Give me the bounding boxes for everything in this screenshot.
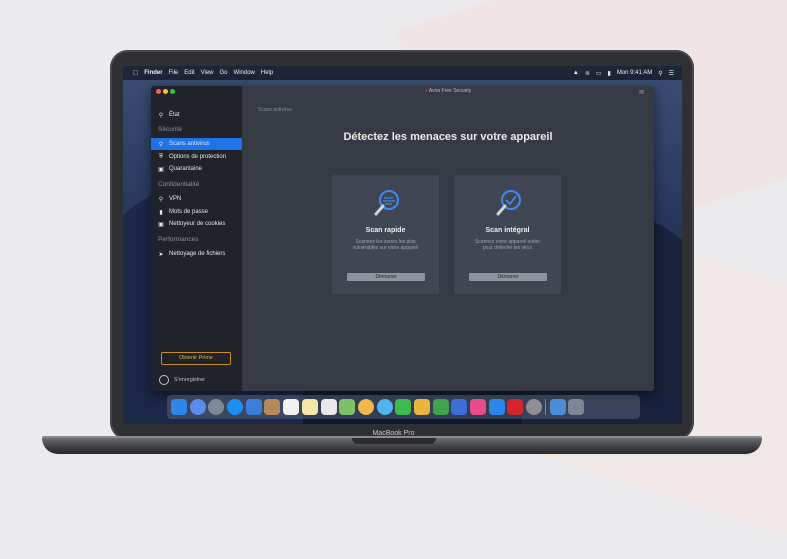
scan-icon: ⚲ bbox=[158, 141, 164, 148]
menu-help[interactable]: Help bbox=[261, 70, 273, 76]
sidebar: ⚲ État Sécurité ⚲ Scans antivirus ⛨ Opti… bbox=[151, 86, 242, 391]
menu-window[interactable]: Window bbox=[234, 70, 255, 76]
message-icon[interactable]: ✉ bbox=[639, 89, 644, 96]
sidebar-item-status[interactable]: ⚲ État bbox=[151, 109, 242, 121]
full-scan-start-button[interactable]: Démarrer bbox=[469, 273, 547, 281]
dock-numbers-icon[interactable] bbox=[432, 399, 449, 415]
full-scan-card: Scan intégral Scannez votre appareil ent… bbox=[454, 175, 561, 294]
card-description: Scannez votre appareil entier pour détec… bbox=[474, 239, 541, 251]
dock-launchpad-icon[interactable] bbox=[208, 399, 225, 415]
laptop-notch bbox=[352, 438, 436, 444]
quick-scan-card: Scan rapide Scannez les zones les plus v… bbox=[332, 175, 439, 294]
dock-siri-icon[interactable] bbox=[189, 399, 206, 415]
window-title: ● Avira Free Security bbox=[242, 86, 654, 96]
main-panel: ● Avira Free Security ✉ Scans antivirus … bbox=[242, 86, 654, 391]
login-label: S'enregistrer bbox=[174, 377, 206, 383]
dock-settings-icon[interactable] bbox=[526, 399, 543, 415]
dock-finder-icon[interactable] bbox=[171, 399, 187, 415]
sidebar-item-files[interactable]: ➤ Nettoyage de fichiers bbox=[151, 248, 242, 260]
sidebar-item-passwords[interactable]: ▮ Mots de passe bbox=[151, 206, 242, 218]
menu-file[interactable]: File bbox=[169, 70, 179, 76]
section-privacy: Confidentialité bbox=[158, 181, 200, 188]
sidebar-item-quarantine[interactable]: ▣ Quarantaine bbox=[151, 163, 242, 175]
quick-scan-start-button[interactable]: Démarrer bbox=[347, 273, 425, 281]
dock-messages-icon[interactable] bbox=[376, 399, 393, 415]
cookie-cleaner-icon: ▣ bbox=[158, 221, 164, 228]
menu-bar-status: ▲ ≋ ▭ ▮ Mon 9:41 AM ⚲ ☰ bbox=[573, 70, 674, 77]
sidebar-item-label: Mots de passe bbox=[169, 209, 209, 215]
dock-notes-icon[interactable] bbox=[301, 399, 318, 415]
sidebar-item-vpn[interactable]: ⚲ VPN bbox=[151, 193, 242, 205]
sidebar-item-label: État bbox=[169, 112, 180, 118]
dock-separator bbox=[544, 399, 546, 415]
search-icon[interactable]: ⚲ bbox=[658, 70, 662, 77]
sidebar-item-label: Options de protection bbox=[169, 154, 227, 160]
quarantine-icon: ▣ bbox=[158, 166, 164, 173]
laptop-brand: MacBook Pro bbox=[372, 430, 415, 437]
rocket-icon: ➤ bbox=[158, 251, 164, 258]
full-scan-icon bbox=[496, 190, 521, 216]
apple-icon[interactable]:  bbox=[133, 70, 138, 77]
minimize-window-button[interactable] bbox=[163, 88, 168, 94]
dock-safari-icon[interactable] bbox=[227, 399, 244, 415]
app-window: ⚲ État Sécurité ⚲ Scans antivirus ⛨ Opti… bbox=[151, 86, 654, 391]
page-title: Détectez les menaces sur votre appareil bbox=[343, 131, 553, 143]
card-title: Scan rapide bbox=[365, 227, 406, 234]
login-link[interactable]: S'enregistrer bbox=[159, 375, 205, 385]
dock-facetime-icon[interactable] bbox=[395, 399, 412, 415]
laptop-screen:  Finder File Edit View Go Window Help ▲… bbox=[123, 66, 682, 424]
dock-pages-icon[interactable] bbox=[413, 399, 430, 415]
sidebar-item-scans[interactable]: ⚲ Scans antivirus bbox=[151, 138, 242, 150]
breadcrumb: Scans antivirus bbox=[258, 107, 292, 113]
dock bbox=[167, 395, 640, 419]
dock-downloads-icon[interactable] bbox=[549, 399, 566, 415]
dock-music-icon[interactable] bbox=[470, 399, 486, 415]
magnifier-icon: ⚲ bbox=[158, 112, 164, 119]
sidebar-item-label: Nettoyage de fichiers bbox=[169, 251, 226, 257]
sidebar-item-label: VPN bbox=[169, 196, 182, 202]
sidebar-item-label: Nettoyeur de cookies bbox=[169, 221, 226, 227]
dock-app-store-icon[interactable] bbox=[488, 399, 505, 415]
dock-keynote-icon[interactable] bbox=[451, 399, 468, 415]
dock-avira-icon[interactable] bbox=[507, 399, 524, 415]
get-prime-button[interactable]: Obtenir Prime bbox=[161, 352, 231, 365]
wifi-icon[interactable]: ≋ bbox=[585, 70, 590, 77]
card-description: Scannez les zones les plus vulnérables s… bbox=[352, 239, 419, 251]
airplay-icon[interactable]: ▭ bbox=[596, 70, 602, 77]
menu-view[interactable]: View bbox=[201, 70, 214, 76]
card-title: Scan intégral bbox=[485, 227, 530, 234]
menu-go[interactable]: Go bbox=[220, 70, 228, 76]
section-security: Sécurité bbox=[158, 126, 182, 133]
clock[interactable]: Mon 9:41 AM bbox=[617, 70, 652, 76]
user-icon bbox=[159, 375, 169, 385]
lock-icon: ▮ bbox=[159, 209, 163, 216]
sidebar-item-protection[interactable]: ⛨ Options de protection bbox=[151, 151, 242, 163]
battery-icon[interactable]: ▮ bbox=[608, 70, 611, 77]
menu-finder[interactable]: Finder bbox=[144, 70, 162, 76]
sidebar-item-label: Quarantaine bbox=[169, 166, 203, 172]
shield-icon: ⛨ bbox=[158, 153, 164, 160]
dock-reminders-icon[interactable] bbox=[320, 399, 337, 415]
menu-edit[interactable]: Edit bbox=[184, 70, 194, 76]
sidebar-item-label: Scans antivirus bbox=[169, 141, 210, 147]
section-performance: Performances bbox=[158, 236, 199, 243]
sidebar-item-cookies[interactable]: ▣ Nettoyeur de cookies bbox=[151, 218, 242, 230]
menu-bar:  Finder File Edit View Go Window Help ▲… bbox=[123, 66, 682, 80]
dock-mail-icon[interactable] bbox=[245, 399, 262, 415]
window-title-text: Avira Free Security bbox=[428, 88, 472, 94]
dock-photos-icon[interactable] bbox=[357, 399, 374, 415]
dock-trash-icon[interactable] bbox=[568, 399, 585, 415]
menu-list-icon[interactable]: ☰ bbox=[669, 70, 674, 77]
dock-contacts-icon[interactable] bbox=[264, 399, 281, 415]
vpn-icon: ⚲ bbox=[158, 196, 164, 203]
avira-tray-icon[interactable]: ▲ bbox=[573, 70, 579, 76]
close-window-button[interactable] bbox=[156, 88, 161, 94]
zoom-window-button[interactable] bbox=[170, 88, 175, 94]
dock-maps-icon[interactable] bbox=[339, 399, 356, 415]
quick-scan-icon bbox=[374, 190, 399, 216]
avira-logo-icon: ● bbox=[424, 88, 428, 94]
dock-calendar-icon[interactable] bbox=[283, 399, 300, 415]
